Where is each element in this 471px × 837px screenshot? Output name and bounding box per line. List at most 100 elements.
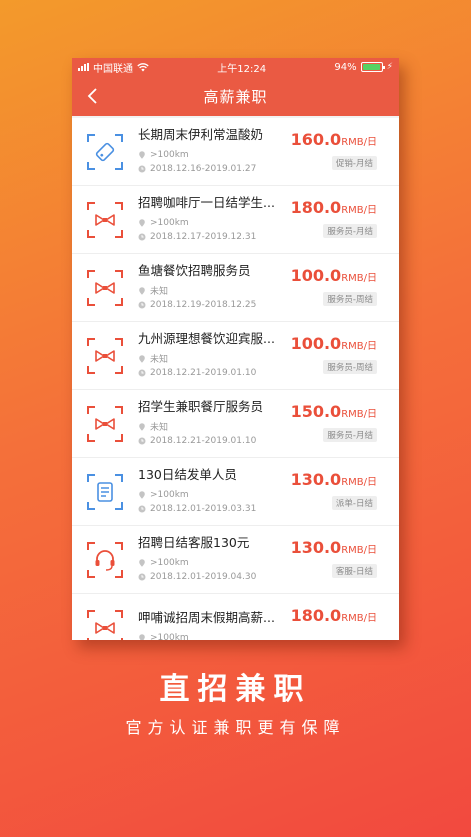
location-pin-icon xyxy=(139,218,145,227)
promo-headline: 直招兼职 xyxy=(159,672,312,707)
job-category-tag: 服务员-周结 xyxy=(323,360,377,374)
page-title: 高薪兼职 xyxy=(203,87,268,106)
job-category-tag: 促销-月结 xyxy=(331,156,377,170)
job-title: 长期周末伊利常温酸奶 xyxy=(138,126,264,142)
job-pay: 150.0RMB/日 服务员-月结 xyxy=(291,402,377,442)
job-location: >100km xyxy=(138,631,391,641)
job-list-item[interactable]: 鱼塘餐饮招聘服务员未知 2018.12.19-2018.12.25 100.0RMB… xyxy=(72,254,399,322)
job-list-item[interactable]: 九州源理想餐饮迎宾服... 未知 2018.12.21-2019.01.10 100.… xyxy=(72,322,399,390)
job-icon xyxy=(86,337,124,375)
job-title: 呷哺诚招周末假期高薪... xyxy=(138,609,275,625)
charging-icon: ⚡ xyxy=(386,62,393,72)
job-icon xyxy=(86,541,124,579)
salary-unit: RMB/日 xyxy=(341,613,377,624)
salary-amount: 100.0 xyxy=(290,334,342,353)
salary-amount: 130.0 xyxy=(290,538,342,557)
job-icon xyxy=(86,201,124,239)
location-pin-icon xyxy=(139,286,145,295)
bowtie-icon xyxy=(87,405,123,442)
job-title: 招聘咖啡厅一日结学生... xyxy=(138,194,275,210)
clock-icon xyxy=(138,165,146,172)
job-list-item[interactable]: 130日结发单人员 >100km 2018.12.01-2019.03.31 130.… xyxy=(72,458,399,526)
job-list-item[interactable]: 招聘日结客服130元 >100km 2018.12.01-2019.04.30 130… xyxy=(72,526,399,594)
clock-icon xyxy=(138,505,146,512)
job-distance: >100km xyxy=(150,217,189,228)
job-icon xyxy=(86,405,124,443)
location-pin-icon xyxy=(139,633,145,640)
job-list-item[interactable]: 招学生兼职餐厅服务员未知 2018.12.21-2019.01.10 150.0RM… xyxy=(72,390,399,458)
salary-unit: RMB/日 xyxy=(341,409,377,420)
job-pay: 160.0RMB/日促销-月结 xyxy=(291,130,377,170)
job-category-tag: 服务员-周结 xyxy=(323,292,377,306)
nav-bar: 高薪兼职 xyxy=(72,76,399,116)
job-date: 2018.12.01-2019.04.30 xyxy=(150,571,257,582)
back-button[interactable] xyxy=(82,85,104,107)
job-list: 长期周末伊利常温酸奶 >100km 2018.12.16-2019.01.27 160… xyxy=(72,116,399,640)
clock-icon xyxy=(138,573,146,580)
salary-unit: RMB/日 xyxy=(341,341,377,352)
job-distance: >100km xyxy=(150,489,189,500)
salary-amount: 150.0 xyxy=(290,402,342,421)
job-distance: >100km xyxy=(150,149,189,160)
carrier-label: 中国联通 xyxy=(93,63,133,75)
flyer-icon xyxy=(87,473,123,510)
location-pin-icon xyxy=(139,490,145,499)
salary-amount: 180.0 xyxy=(290,606,342,625)
wifi-icon xyxy=(137,62,149,71)
battery-percent: 94% xyxy=(334,61,357,73)
clock-icon xyxy=(138,233,146,240)
job-icon xyxy=(86,609,124,640)
tag-icon xyxy=(87,133,123,170)
job-title: 招聘日结客服130元 xyxy=(138,534,250,550)
job-date: 2018.12.16-2019.01.27 xyxy=(150,163,257,174)
job-date: 2018.12.01-2019.03.31 xyxy=(150,503,257,514)
job-icon xyxy=(86,473,124,511)
bowtie-icon xyxy=(87,201,123,238)
job-pay: 180.0RMB/日 xyxy=(291,606,377,625)
job-salary: 100.0RMB/日 xyxy=(291,334,377,353)
job-title: 130日结发单人员 xyxy=(138,466,237,482)
job-distance: >100km xyxy=(150,557,189,568)
job-category-tag: 客服-日结 xyxy=(331,564,377,578)
status-time: 上午12:24 xyxy=(217,63,267,75)
job-title: 九州源理想餐饮迎宾服... xyxy=(138,330,275,346)
chevron-left-icon xyxy=(87,88,97,104)
job-salary: 100.0RMB/日 xyxy=(291,266,377,285)
job-date: 2018.12.19-2018.12.25 xyxy=(150,299,257,310)
job-title: 鱼塘餐饮招聘服务员 xyxy=(138,262,251,278)
salary-amount: 100.0 xyxy=(290,266,342,285)
status-bar: 中国联通 上午12:24 94% ⚡ xyxy=(72,58,399,76)
promo-subline: 官方认证兼职更有保障 xyxy=(125,718,346,737)
clock-icon xyxy=(138,369,146,376)
job-distance: 未知 xyxy=(150,287,169,297)
salary-unit: RMB/日 xyxy=(341,137,377,148)
job-list-item[interactable]: 招聘咖啡厅一日结学生... >100km 2018.12.17-2019.12.31… xyxy=(72,186,399,254)
job-icon xyxy=(86,269,124,307)
job-distance: 未知 xyxy=(150,423,169,433)
job-salary: 130.0RMB/日 xyxy=(291,470,377,489)
job-icon xyxy=(86,133,124,171)
job-pay: 100.0RMB/日服务员-周结 xyxy=(291,266,377,306)
signal-icon xyxy=(78,63,89,71)
job-date: 2018.12.21-2019.01.10 xyxy=(150,435,257,446)
job-category-tag: 派单-日结 xyxy=(331,496,377,510)
salary-amount: 180.0 xyxy=(290,198,342,217)
bowtie-icon xyxy=(87,609,123,640)
job-pay: 130.0RMB/日派单-日结 xyxy=(291,470,377,510)
bowtie-icon xyxy=(87,337,123,374)
salary-amount: 160.0 xyxy=(290,130,342,149)
job-list-item[interactable]: 长期周末伊利常温酸奶 >100km 2018.12.16-2019.01.27 160… xyxy=(72,118,399,186)
bowtie-icon xyxy=(87,269,123,306)
job-salary: 160.0RMB/日 xyxy=(291,130,377,149)
job-date: 2018.12.17-2019.12.31 xyxy=(150,231,257,242)
job-title: 招学生兼职餐厅服务员 xyxy=(138,398,264,414)
job-pay: 180.0RMB/日 服务员-月结 xyxy=(291,198,377,238)
salary-unit: RMB/日 xyxy=(341,545,377,556)
job-list-item[interactable]: 呷哺诚招周末假期高薪... >100km 180.0RMB/日 xyxy=(72,594,399,640)
phone-screen: 中国联通 上午12:24 94% ⚡ 高薪兼职 长期周末伊利常温酸奶 >100km… xyxy=(72,58,399,640)
job-salary: 130.0RMB/日 xyxy=(291,538,377,557)
salary-unit: RMB/日 xyxy=(341,477,377,488)
headset-icon xyxy=(87,541,123,578)
salary-unit: RMB/日 xyxy=(341,273,377,284)
job-distance: >100km xyxy=(150,632,189,641)
